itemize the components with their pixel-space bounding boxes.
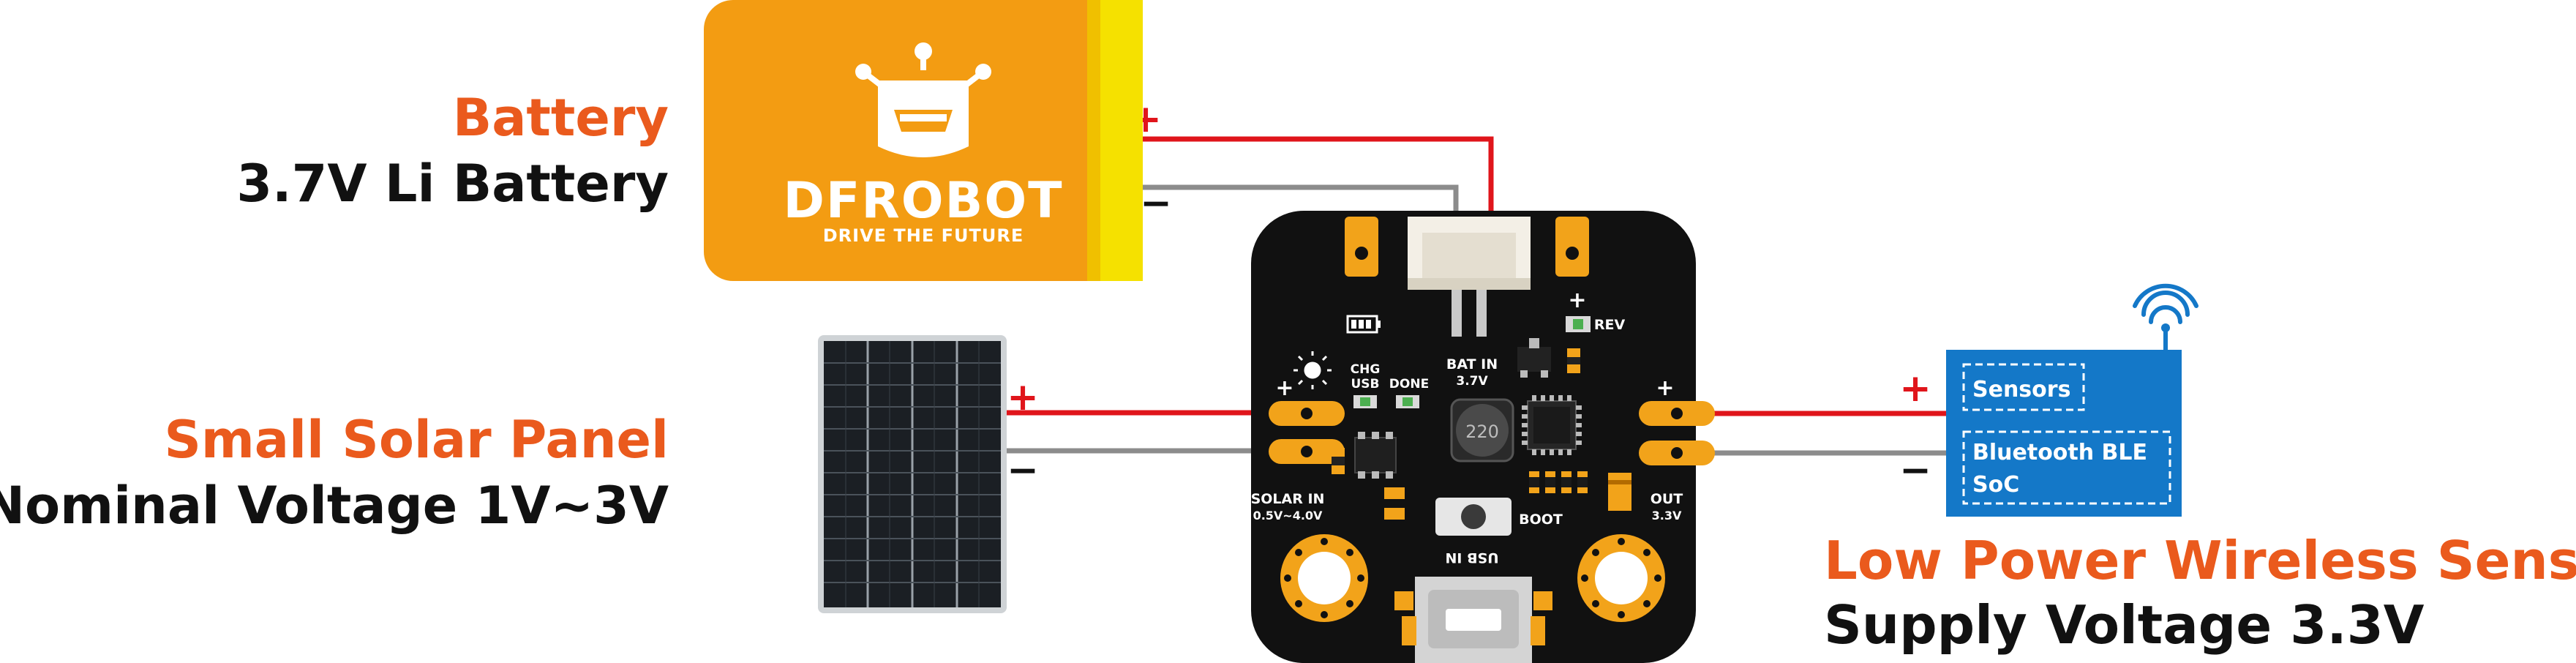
battery-tagline: DRIVE THE FUTURE — [823, 225, 1024, 246]
rev-plus: + — [1568, 288, 1586, 313]
solar-in-plus: + — [1275, 375, 1293, 401]
solar-plus-label: + — [1007, 375, 1039, 419]
sensor-minus-label: − — [1899, 449, 1931, 492]
inductor-label: 220 — [1465, 422, 1499, 442]
chg-label: CHG — [1351, 362, 1381, 377]
solar-in-voltage: 0.5V~4.0V — [1253, 509, 1323, 522]
battery-brand: DFROBOT — [783, 172, 1063, 230]
solar-in-label: SOLAR IN — [1251, 491, 1325, 507]
ble-line1: Bluetooth BLE — [1972, 440, 2147, 465]
solar-power-manager-board: BAT IN 3.7V + REV CHG USB DONE + SOLAR I… — [1251, 211, 1715, 663]
battery-pack: DFROBOT DRIVE THE FUTURE — [704, 0, 1143, 281]
bat-in-voltage: 3.7V — [1456, 374, 1488, 389]
usb-in-label: USB IN — [1445, 550, 1498, 566]
out-voltage: 3.3V — [1652, 509, 1682, 522]
boot-label: BOOT — [1519, 512, 1563, 528]
battery-positive-wire — [1134, 136, 1494, 220]
usb-label: USB — [1351, 377, 1379, 392]
ble-line2: SoC — [1972, 472, 2019, 498]
micro-usb-port[interactable] — [1394, 577, 1552, 663]
controller-chip — [1527, 400, 1577, 450]
out-label: OUT — [1651, 491, 1683, 507]
done-label: DONE — [1389, 377, 1429, 392]
bat-in-label: BAT IN — [1446, 356, 1498, 372]
solar-minus-label: − — [1007, 449, 1039, 492]
boot-button[interactable] — [1435, 498, 1512, 536]
wireless-sensor: Sensors Bluetooth BLE SoC — [1946, 283, 2198, 517]
solar-panel — [818, 335, 1007, 613]
wifi-icon — [2133, 283, 2198, 324]
battery-minus-label: − — [1140, 181, 1172, 225]
inductor: 220 — [1450, 398, 1514, 462]
diagram: Battery 3.7V Li Battery Small Solar Pane… — [0, 0, 2576, 663]
mounting-hole-left — [1280, 534, 1368, 622]
sensors-box-label: Sensors — [1972, 377, 2070, 402]
mounting-hole-right — [1577, 534, 1665, 622]
diagram-graphics: + − + − + − DFROBOT DRIVE THE FUTURE BAT… — [704, 0, 2198, 663]
out-plus: + — [1656, 375, 1674, 401]
sensor-plus-label: + — [1899, 367, 1931, 411]
rev-label: REV — [1594, 317, 1626, 333]
